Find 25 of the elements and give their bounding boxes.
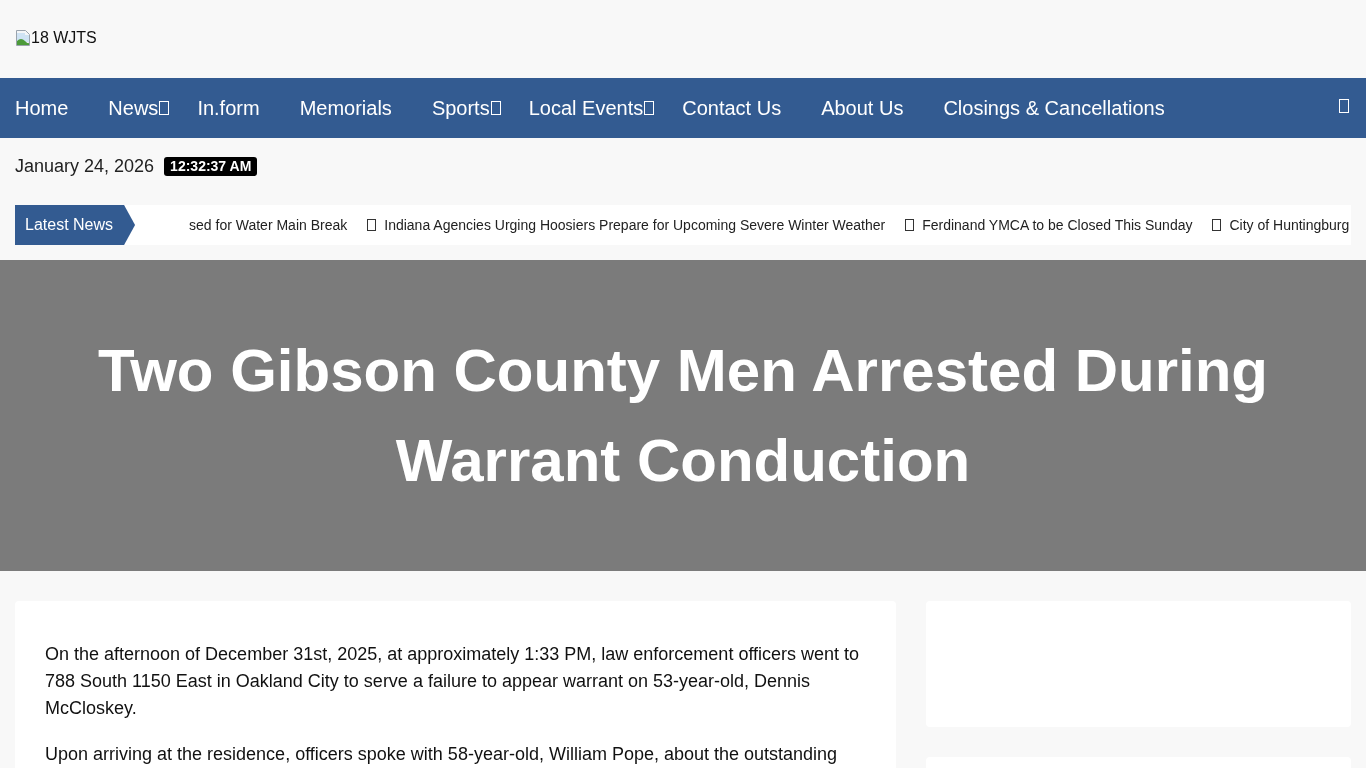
latest-news-label: Latest News	[15, 205, 136, 245]
clock-badge: 12:32:37 AM	[164, 156, 258, 176]
nav-link[interactable]: Contact Us	[682, 96, 782, 120]
article-paragraph: On the afternoon of December 31st, 2025, at approximately 1:33 PM, law enforcement officers went to 788 South 1150 East in Oakland City to serve a failure to appear warrant on 53-year-old, Dennis McCloskey.	[45, 643, 861, 720]
nav-link[interactable]: Home	[15, 96, 69, 120]
article-title: Two Gibson County Men Arrested During Warrant Conduction	[97, 335, 1269, 496]
logo-link[interactable]: 18 WJTS	[15, 29, 97, 47]
nav-link[interactable]: In.form	[197, 96, 260, 120]
nav-link[interactable]: Sports	[431, 96, 501, 120]
nav-link[interactable]: Local Events	[528, 96, 655, 120]
nav-link[interactable]: News	[108, 96, 170, 120]
broken-image-icon	[15, 30, 31, 46]
nav-link[interactable]: Memorials	[299, 96, 392, 120]
ticker-link[interactable]: Indiana Agencies Urging Hoosiers Prepare for Upcoming Severe Winter Weather	[384, 217, 886, 233]
nav-link[interactable]: About Us	[821, 96, 904, 120]
ticker-link[interactable]: sed for Water Main Break	[189, 217, 348, 233]
glyph-box-icon	[1212, 219, 1222, 231]
article-paragraph: Upon arriving at the residence, officers spoke with 58-year-old, William Pope, about the outstanding	[45, 743, 839, 766]
ticker-link[interactable]: Ferdinand YMCA to be Closed This Sunday	[922, 217, 1193, 233]
ticker-link[interactable]: City of Huntingburg	[1229, 217, 1350, 233]
glyph-box-icon	[367, 219, 377, 231]
nav-link[interactable]: Closings & Cancellations	[943, 96, 1165, 120]
glyph-box-icon[interactable]	[1339, 99, 1349, 113]
date-text: January 24, 2026	[15, 155, 155, 177]
glyph-box-icon	[905, 219, 915, 231]
